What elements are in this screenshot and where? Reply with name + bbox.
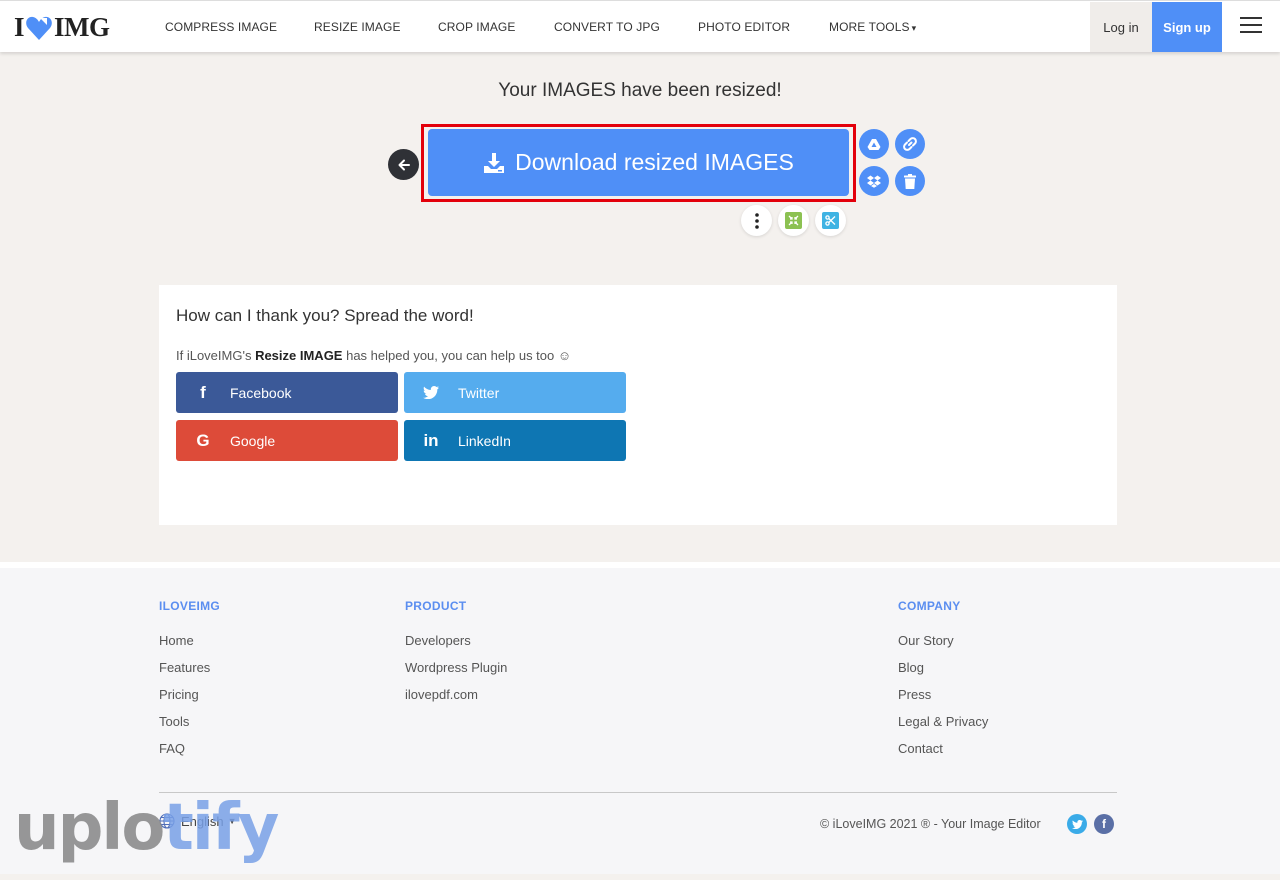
- share-google-button[interactable]: G Google: [176, 420, 398, 461]
- footer-link-contact[interactable]: Contact: [898, 735, 988, 762]
- dropbox-icon: [867, 175, 881, 188]
- more-options-button[interactable]: [741, 205, 772, 236]
- footer-link-our-story[interactable]: Our Story: [898, 627, 988, 654]
- iloveimg-logo[interactable]: I IMG: [14, 12, 110, 43]
- footer-twitter-link[interactable]: [1067, 814, 1087, 834]
- trash-icon: [904, 173, 916, 189]
- page-bottom-strip: [0, 874, 1280, 880]
- google-drive-icon: [867, 138, 881, 150]
- save-to-google-drive-button[interactable]: [859, 129, 889, 159]
- facebook-icon: f: [1102, 817, 1106, 831]
- result-title: Your IMAGES have been resized!: [498, 80, 782, 101]
- download-label: Download resized IMAGES: [515, 149, 794, 175]
- compress-image-shortcut[interactable]: [778, 205, 809, 236]
- share-facebook-label: Facebook: [230, 384, 292, 401]
- twitter-icon: [404, 386, 458, 399]
- footer-link-features[interactable]: Features: [159, 654, 220, 681]
- footer-link-tools[interactable]: Tools: [159, 708, 220, 735]
- footer-link-ilovepdf[interactable]: ilovepdf.com: [405, 681, 507, 708]
- footer-link-faq[interactable]: FAQ: [159, 735, 220, 762]
- language-selector[interactable]: English ▼: [159, 813, 237, 829]
- share-sub-prefix: If iLoveIMG's: [176, 348, 256, 363]
- signup-button[interactable]: Sign up: [1152, 2, 1222, 52]
- nav-convert-to-jpg[interactable]: CONVERT TO JPG: [554, 20, 660, 34]
- download-icon: [484, 152, 505, 173]
- share-linkedin-label: LinkedIn: [458, 432, 511, 449]
- footer-heading: PRODUCT: [405, 599, 467, 613]
- compress-icon: [785, 212, 802, 229]
- download-resized-images-button[interactable]: Download resized IMAGES: [428, 129, 849, 196]
- google-icon: G: [196, 430, 210, 450]
- copy-link-button[interactable]: [895, 129, 925, 159]
- top-navigation-bar: I IMG COMPRESS IMAGE RESIZE IMAGE CROP I…: [0, 0, 1280, 52]
- delete-button[interactable]: [895, 166, 925, 196]
- footer-link-home[interactable]: Home: [159, 627, 220, 654]
- share-sub-suffix: has helped you, you can help us too ☺: [342, 348, 572, 363]
- nav-photo-editor[interactable]: PHOTO EDITOR: [698, 20, 790, 34]
- footer-facebook-link[interactable]: f: [1094, 814, 1114, 834]
- footer-link-pricing[interactable]: Pricing: [159, 681, 220, 708]
- language-label: English: [181, 813, 224, 829]
- scissors-icon: [822, 212, 839, 229]
- arrow-left-icon: [398, 159, 410, 170]
- footer-column-iloveimg: ILOVEIMG Home Features Pricing Tools FAQ: [159, 599, 220, 762]
- caret-down-icon: ▼: [227, 816, 237, 826]
- twitter-icon: [1071, 819, 1083, 829]
- caret-down-icon: ▾: [911, 23, 917, 33]
- footer-column-company: COMPANY Our Story Blog Press Legal & Pri…: [898, 599, 988, 762]
- nav-more-tools-label: MORE TOOLS: [829, 20, 910, 34]
- heart-logo-icon: [26, 16, 52, 40]
- share-sub-tool: Resize IMAGE: [255, 348, 343, 363]
- share-facebook-button[interactable]: f Facebook: [176, 372, 398, 413]
- copyright-text: © iLoveIMG 2021 ® - Your Image Editor: [820, 817, 1041, 831]
- login-button[interactable]: Log in: [1090, 2, 1152, 52]
- nav-resize-image[interactable]: RESIZE IMAGE: [314, 20, 401, 34]
- share-twitter-label: Twitter: [458, 384, 500, 401]
- crop-image-shortcut[interactable]: [815, 205, 846, 236]
- footer-divider: [159, 792, 1117, 793]
- footer-column-product: PRODUCT Developers Wordpress Plugin ilov…: [405, 599, 507, 708]
- linkedin-icon: in: [423, 430, 439, 450]
- nav-compress-image[interactable]: COMPRESS IMAGE: [165, 20, 277, 34]
- footer-link-wordpress-plugin[interactable]: Wordpress Plugin: [405, 654, 507, 681]
- share-google-label: Google: [230, 432, 276, 449]
- footer: ILOVEIMG Home Features Pricing Tools FAQ…: [0, 568, 1280, 874]
- facebook-icon: f: [200, 382, 206, 402]
- footer-link-press[interactable]: Press: [898, 681, 988, 708]
- share-card: How can I thank you? Spread the word! If…: [159, 285, 1117, 525]
- share-linkedin-button[interactable]: in LinkedIn: [404, 420, 626, 461]
- link-icon: [903, 137, 917, 151]
- share-twitter-button[interactable]: Twitter: [404, 372, 626, 413]
- back-button[interactable]: [388, 149, 419, 180]
- nav-more-tools[interactable]: MORE TOOLS ▾: [829, 20, 916, 34]
- globe-icon: [159, 813, 175, 829]
- hamburger-menu-icon[interactable]: [1240, 17, 1262, 35]
- logo-text-img: IMG: [54, 12, 110, 42]
- more-vertical-icon: [754, 212, 759, 229]
- footer-heading: ILOVEIMG: [159, 599, 221, 613]
- nav-crop-image[interactable]: CROP IMAGE: [438, 20, 515, 34]
- footer-heading: COMPANY: [898, 599, 961, 613]
- share-subtitle: If iLoveIMG's Resize IMAGE has helped yo…: [176, 348, 571, 363]
- footer-link-blog[interactable]: Blog: [898, 654, 988, 681]
- footer-link-developers[interactable]: Developers: [405, 627, 507, 654]
- save-to-dropbox-button[interactable]: [859, 166, 889, 196]
- logo-text-i: I: [14, 12, 25, 42]
- share-title: How can I thank you? Spread the word!: [176, 306, 474, 325]
- footer-link-legal-privacy[interactable]: Legal & Privacy: [898, 708, 988, 735]
